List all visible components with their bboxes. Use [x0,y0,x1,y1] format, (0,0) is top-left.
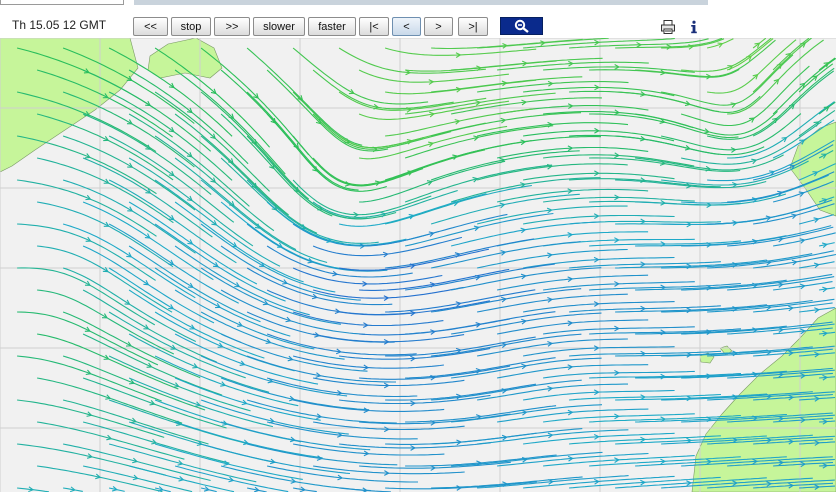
streamline [266,377,418,398]
streamline [17,443,166,476]
info-button[interactable] [685,18,703,36]
info-icon [691,20,697,34]
streamline [128,201,258,285]
streamline [660,113,802,151]
streamline [661,54,794,106]
streamline [359,268,510,291]
streamline [405,405,557,423]
streamline [431,476,583,489]
streamline [523,214,675,225]
top-tab-bar[interactable] [134,0,708,5]
streamline [384,47,537,56]
slower-button[interactable]: slower [253,17,305,36]
streamline [312,286,464,299]
streamline [82,289,217,363]
streamline [292,47,429,105]
streamline [799,261,835,269]
streamline [358,69,509,83]
streamline [108,223,239,304]
streamline [266,333,417,356]
rewind-button[interactable]: << [133,17,168,36]
streamline [246,47,363,146]
streamline [62,443,211,482]
streamline [405,92,556,115]
map-canvas[interactable] [0,37,836,494]
magnifier-icon [514,19,529,33]
streamline [431,76,583,93]
next-frame-button[interactable]: > [424,17,453,36]
forecast-timestamp: Th 15.05 12 GMT [12,18,107,32]
streamline [707,39,797,94]
streamline [82,377,227,429]
streamline [82,113,212,196]
streamline [635,110,778,136]
last-frame-button[interactable]: >| [458,17,488,36]
streamline [405,357,556,379]
streamline [200,179,328,264]
streamline [246,267,393,306]
streamlines [16,37,836,493]
streamline [108,443,257,483]
streamline [292,135,424,187]
streamline [174,377,321,421]
streamline [292,91,424,149]
streamline [246,135,368,220]
streamline [200,443,351,475]
streamline [451,357,602,379]
streamline [128,245,261,323]
streamline [338,149,486,186]
wind-streamline-map[interactable] [0,37,836,494]
forward-button[interactable]: >> [214,17,250,36]
previous-frame-button[interactable]: < [392,17,421,36]
streamline [798,214,834,225]
streamline [543,110,694,129]
land-iberia [789,121,836,217]
streamline [339,442,491,449]
first-frame-button[interactable]: |< [359,17,389,36]
flow-arrow [730,102,737,108]
streamline [17,267,156,326]
streamline [496,231,649,247]
stop-button[interactable]: stop [171,17,211,36]
streamline [385,238,535,269]
streamline [496,188,649,203]
streamline [359,125,508,160]
animation-toolbar: Th 15.05 12 GMT << stop >> slower faster… [0,6,836,38]
streamline [431,428,583,445]
streamline [154,399,302,443]
streamline [431,38,583,50]
streamline [431,288,582,313]
streamline [773,281,833,291]
land-top-left [0,37,139,173]
streamline [174,245,310,316]
land-newfoundland [147,37,223,79]
top-input-box[interactable] [0,0,124,5]
streamline [727,39,824,115]
zoom-button[interactable] [500,17,543,35]
streamline [246,311,395,343]
streamline [404,125,554,159]
streamline [404,212,554,247]
streamline [154,311,295,372]
printer-icon [661,20,675,34]
streamline [451,404,603,423]
streamline [200,355,348,397]
streamline [431,333,582,357]
streamline [385,289,536,313]
faster-button[interactable]: faster [308,17,356,36]
print-button[interactable] [659,18,677,36]
streamline [17,399,165,438]
streamline [359,213,508,247]
streamline [451,57,603,71]
